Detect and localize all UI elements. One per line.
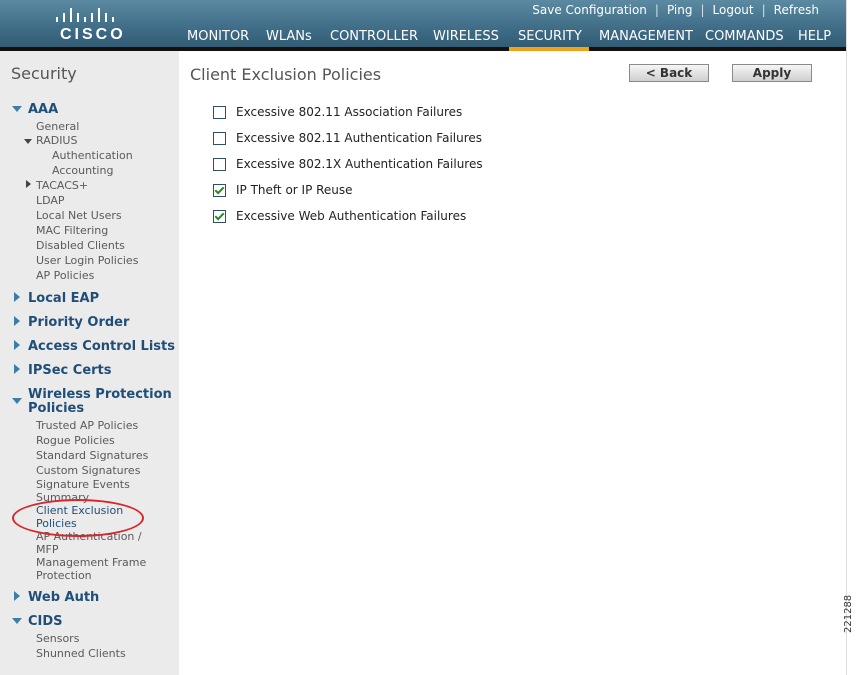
page-border xyxy=(846,0,847,675)
cisco-logo-bars-icon xyxy=(54,6,124,22)
sidebar-section-priority-order[interactable]: Priority Order xyxy=(28,316,129,330)
sidebar-item-tacacs[interactable]: TACACS+ xyxy=(36,179,88,192)
option-label: Excessive 802.11 Authentication Failures xyxy=(236,131,483,145)
sidebar-title: Security xyxy=(11,64,77,83)
option-label: Excessive 802.11 Association Failures xyxy=(236,105,463,119)
section-label-line2: Policies xyxy=(28,401,85,416)
sidebar-section-wireless-protection-policies[interactable]: Wireless Protection Policies xyxy=(28,388,172,416)
sidebar-item-trusted-ap-policies[interactable]: Trusted AP Policies xyxy=(36,419,138,432)
nav-management[interactable]: MANAGEMENT xyxy=(599,29,693,44)
sidebar-item-ap-policies[interactable]: AP Policies xyxy=(36,269,94,282)
separator: | xyxy=(761,3,766,17)
collapsed-arrow-icon[interactable] xyxy=(14,292,20,302)
sidebar-item-mac-filtering[interactable]: MAC Filtering xyxy=(36,224,108,237)
sidebar-item-management-frame-protection[interactable]: Management Frame Protection xyxy=(36,556,146,582)
sidebar-section-access-control-lists[interactable]: Access Control Lists xyxy=(28,340,175,354)
checkbox[interactable] xyxy=(213,158,226,171)
item-line1: Management Frame xyxy=(36,556,147,569)
sidebar-section-aaa[interactable]: AAA xyxy=(28,103,58,117)
sidebar-item-disabled-clients[interactable]: Disabled Clients xyxy=(36,239,125,252)
sidebar-item-accounting[interactable]: Accounting xyxy=(52,164,113,177)
save-configuration-link[interactable]: Save Configuration xyxy=(532,3,647,17)
figure-number: 221288 xyxy=(843,594,854,633)
ping-link[interactable]: Ping xyxy=(667,3,693,17)
highlight-circle-annotation xyxy=(12,499,144,537)
checkmark-icon xyxy=(214,210,225,221)
collapsed-arrow-icon[interactable] xyxy=(14,316,20,326)
separator: | xyxy=(654,3,659,17)
checkbox[interactable] xyxy=(213,210,226,223)
option-label: IP Theft or IP Reuse xyxy=(236,183,353,197)
expanded-arrow-icon[interactable] xyxy=(12,618,22,624)
section-label-line1: Wireless Protection xyxy=(28,387,172,402)
apply-button[interactable]: Apply xyxy=(732,64,812,82)
sidebar-section-local-eap[interactable]: Local EAP xyxy=(28,292,99,306)
option-label: Excessive 802.1X Authentication Failures xyxy=(236,157,483,171)
sidebar-item-radius[interactable]: RADIUS xyxy=(36,134,77,147)
nav-monitor[interactable]: MONITOR xyxy=(187,29,249,44)
option-label: Excessive Web Authentication Failures xyxy=(236,209,467,223)
page-title: Client Exclusion Policies xyxy=(190,65,382,84)
sidebar-item-user-login-policies[interactable]: User Login Policies xyxy=(36,254,138,267)
logout-link[interactable]: Logout xyxy=(713,3,754,17)
item-line2: MFP xyxy=(36,543,59,556)
collapsed-arrow-icon[interactable] xyxy=(14,591,20,601)
checkbox[interactable] xyxy=(213,106,226,119)
sidebar-item-ldap[interactable]: LDAP xyxy=(36,194,65,207)
nav-controller[interactable]: CONTROLLER xyxy=(330,29,418,44)
back-button[interactable]: < Back xyxy=(629,64,709,82)
expanded-arrow-icon[interactable] xyxy=(12,398,22,404)
sidebar-item-local-net-users[interactable]: Local Net Users xyxy=(36,209,122,222)
sidebar-item-signature-events[interactable]: Signature Events xyxy=(36,478,130,491)
sidebar-item-shunned-clients[interactable]: Shunned Clients xyxy=(36,647,126,660)
collapsed-arrow-icon[interactable] xyxy=(26,180,31,188)
top-header: CISCO Save Configuration | Ping | Logout | Ref… xyxy=(0,0,846,47)
checkbox[interactable] xyxy=(213,132,226,145)
separator: | xyxy=(700,3,705,17)
sidebar-section-cids[interactable]: CIDS xyxy=(28,615,63,629)
sidebar-item-sensors[interactable]: Sensors xyxy=(36,632,79,645)
checkmark-icon xyxy=(214,184,225,195)
nav-wireless[interactable]: WIRELESS xyxy=(433,29,499,44)
sidebar: Security AAA General RADIUS Authenticati… xyxy=(0,51,179,675)
collapsed-arrow-icon[interactable] xyxy=(14,340,20,350)
main-nav: MONITOR WLANs CONTROLLER WIRELESS SECURI… xyxy=(0,29,846,47)
nav-commands[interactable]: COMMANDS xyxy=(705,29,784,44)
sidebar-item-custom-signatures[interactable]: Custom Signatures xyxy=(36,464,140,477)
expanded-arrow-icon[interactable] xyxy=(24,139,32,144)
refresh-link[interactable]: Refresh xyxy=(774,3,819,17)
top-links: Save Configuration | Ping | Logout | Refresh xyxy=(532,3,819,17)
nav-security[interactable]: SECURITY xyxy=(518,29,582,44)
sidebar-item-general[interactable]: General xyxy=(36,120,79,133)
expanded-arrow-icon[interactable] xyxy=(12,106,22,112)
collapsed-arrow-icon[interactable] xyxy=(14,364,20,374)
sidebar-item-rogue-policies[interactable]: Rogue Policies xyxy=(36,434,115,447)
sidebar-section-ipsec-certs[interactable]: IPSec Certs xyxy=(28,364,112,378)
nav-wlans[interactable]: WLANs xyxy=(266,29,312,44)
sidebar-item-standard-signatures[interactable]: Standard Signatures xyxy=(36,449,148,462)
sidebar-section-web-auth[interactable]: Web Auth xyxy=(28,591,99,605)
checkbox[interactable] xyxy=(213,184,226,197)
active-nav-indicator xyxy=(509,47,589,51)
sidebar-item-authentication[interactable]: Authentication xyxy=(52,149,133,162)
item-line2: Protection xyxy=(36,569,92,582)
nav-help[interactable]: HELP xyxy=(798,29,831,44)
